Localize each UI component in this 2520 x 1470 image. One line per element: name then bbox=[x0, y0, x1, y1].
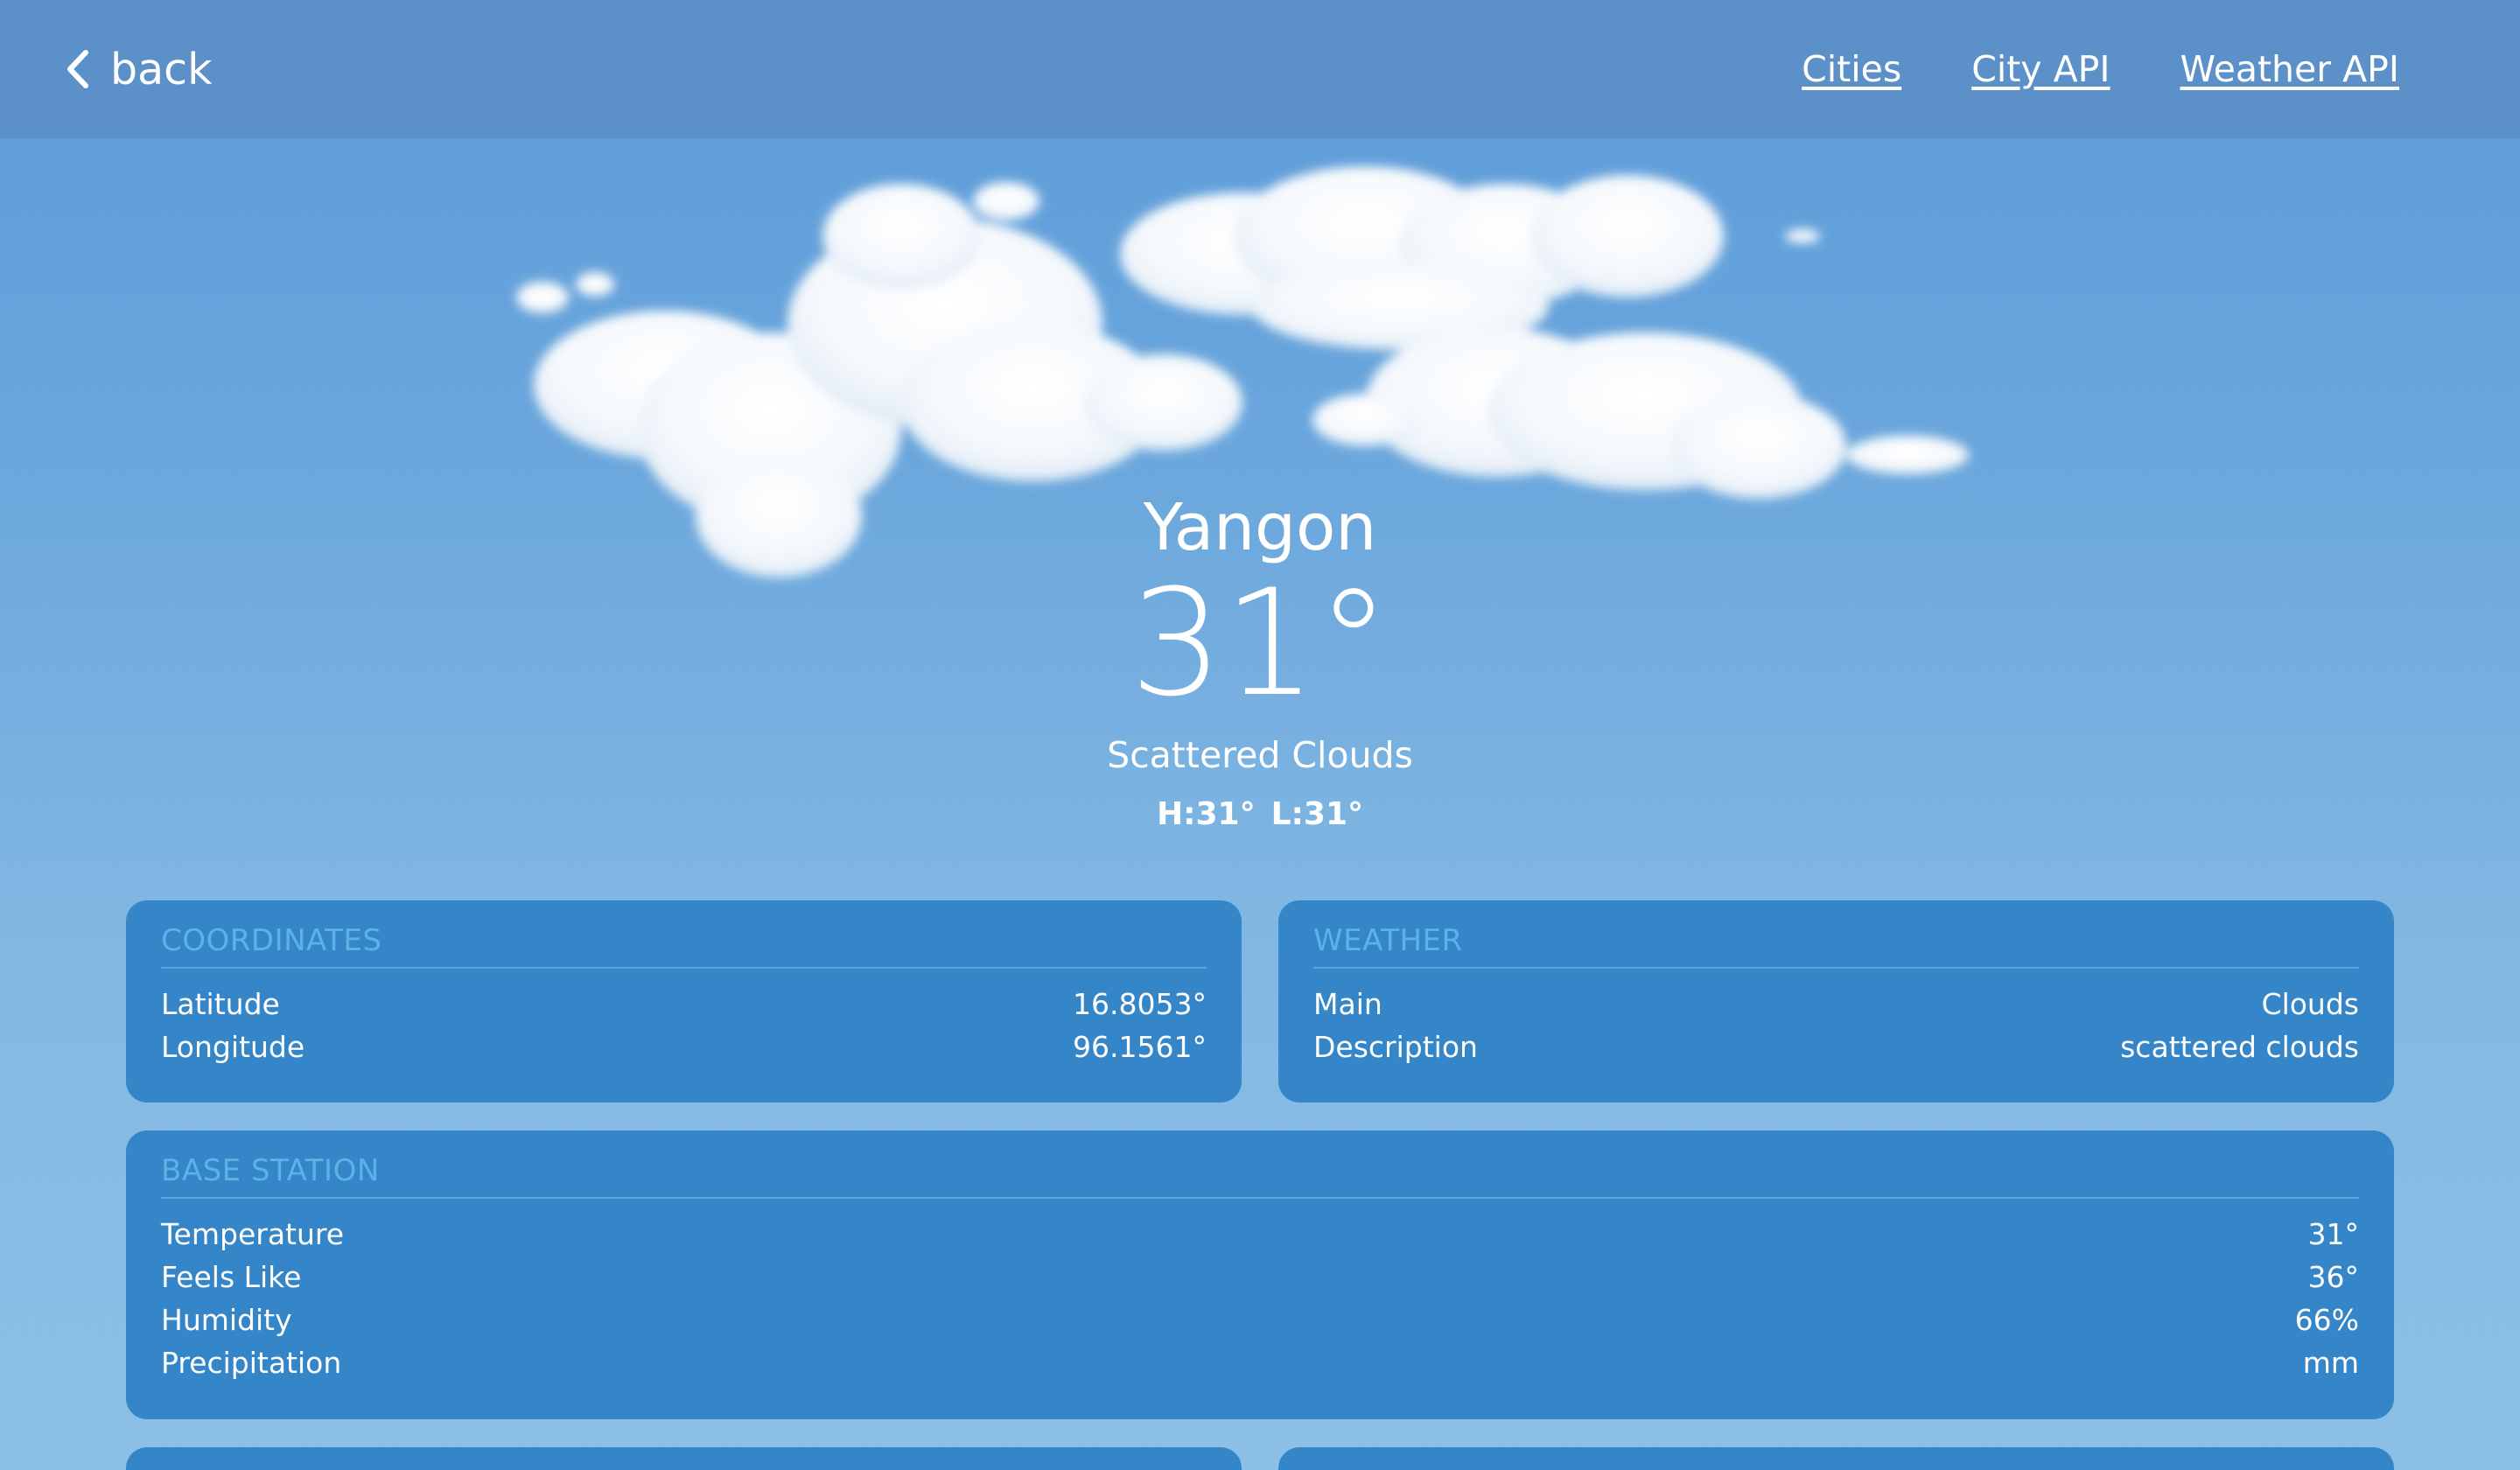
list-item: Latitude 16.8053° bbox=[161, 983, 1207, 1026]
list-item: Humidity 66% bbox=[161, 1298, 2359, 1341]
nav-link-cities[interactable]: Cities bbox=[1802, 48, 1901, 90]
row-label: Main bbox=[1313, 987, 1382, 1021]
high-temperature: H:31° bbox=[1156, 796, 1256, 832]
partial-card-left bbox=[126, 1447, 1242, 1470]
current-temperature: 31° bbox=[1130, 557, 1390, 729]
row-value: 16.8053° bbox=[1073, 987, 1207, 1021]
coordinates-card: COORDINATES Latitude 16.8053° Longitude … bbox=[126, 900, 1242, 1102]
low-temperature: L:31° bbox=[1270, 796, 1364, 832]
row-value: mm bbox=[2302, 1346, 2359, 1380]
row-value: scattered clouds bbox=[2120, 1030, 2359, 1064]
card-title: WEATHER bbox=[1313, 923, 2359, 969]
list-item: Description scattered clouds bbox=[1313, 1026, 2359, 1068]
list-item: Temperature 31° bbox=[161, 1213, 2359, 1256]
card-title: COORDINATES bbox=[161, 923, 1207, 969]
chevron-left-icon bbox=[67, 50, 88, 88]
weather-card: WEATHER Main Clouds Description scattere… bbox=[1278, 900, 2394, 1102]
weather-condition: Scattered Clouds bbox=[1107, 734, 1413, 776]
list-item: Feels Like 36° bbox=[161, 1256, 2359, 1298]
list-item: Precipitation mm bbox=[161, 1341, 2359, 1384]
top-nav: back Cities City API Weather API bbox=[0, 0, 2520, 138]
row-value: 31° bbox=[2307, 1217, 2360, 1251]
nav-links: Cities City API Weather API bbox=[1802, 48, 2399, 90]
card-title: BASE STATION bbox=[161, 1153, 2359, 1199]
row-label: Longitude bbox=[161, 1030, 305, 1064]
row-label: Latitude bbox=[161, 987, 280, 1021]
row-label: Humidity bbox=[161, 1303, 292, 1337]
back-label: back bbox=[110, 44, 213, 94]
list-item: Longitude 96.1561° bbox=[161, 1026, 1207, 1068]
row-value: 66% bbox=[2294, 1303, 2359, 1337]
current-weather: Yangon 31° Scattered Clouds H:31° L:31° bbox=[0, 486, 2520, 839]
base-station-card: BASE STATION Temperature 31° Feels Like … bbox=[126, 1130, 2394, 1419]
row-value: Clouds bbox=[2261, 987, 2359, 1021]
list-item: Main Clouds bbox=[1313, 983, 2359, 1026]
row-label: Precipitation bbox=[161, 1346, 342, 1380]
nav-link-weather-api[interactable]: Weather API bbox=[2180, 48, 2399, 90]
row-value: 36° bbox=[2307, 1260, 2360, 1294]
partial-card-right bbox=[1278, 1447, 2394, 1470]
row-value: 96.1561° bbox=[1073, 1030, 1207, 1064]
nav-link-city-api[interactable]: City API bbox=[1971, 48, 2110, 90]
high-low: H:31° L:31° bbox=[0, 790, 2520, 839]
row-label: Temperature bbox=[161, 1217, 345, 1251]
back-button[interactable]: back bbox=[63, 45, 212, 94]
row-label: Feels Like bbox=[161, 1260, 302, 1294]
row-label: Description bbox=[1313, 1030, 1478, 1064]
